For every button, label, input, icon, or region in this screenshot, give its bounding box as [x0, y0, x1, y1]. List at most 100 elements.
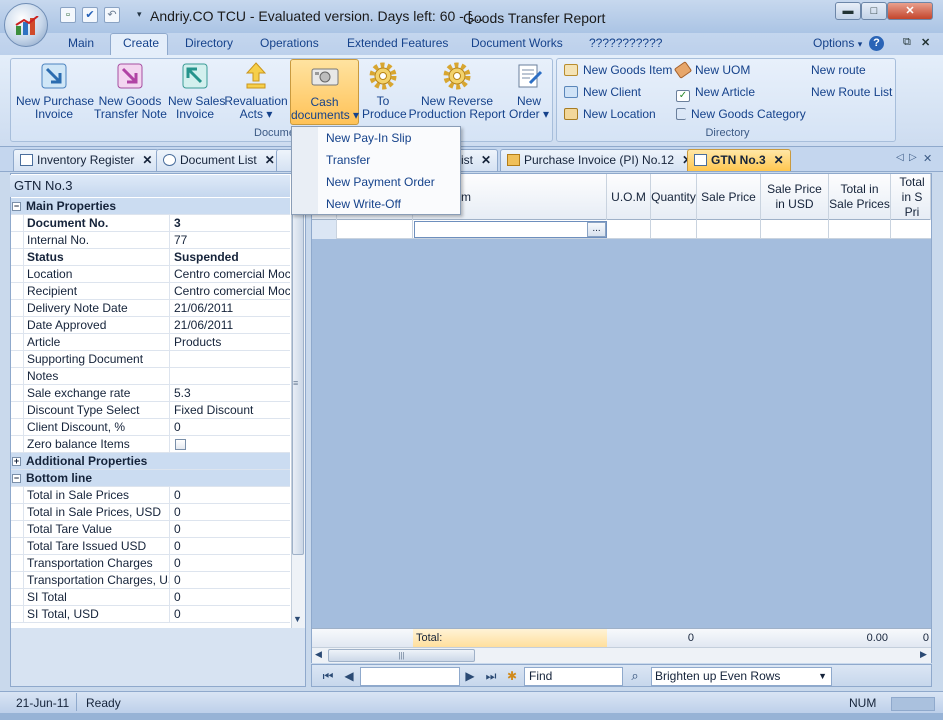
tab-extended-features[interactable]: Extended Features	[347, 36, 448, 55]
tab-main[interactable]: Main	[68, 36, 94, 55]
tab-close-icon[interactable]: ✕	[774, 153, 784, 167]
menu-item-transfer[interactable]: Transfer	[326, 153, 370, 167]
tab-document-works[interactable]: Document Works	[471, 36, 563, 55]
first-record-icon[interactable]: ⏮	[320, 668, 336, 684]
hscroll-thumb[interactable]: |||	[328, 649, 475, 662]
cell-quantity[interactable]	[651, 220, 697, 239]
new-reverse-production-report-button[interactable]: New Reverse Production Report	[407, 61, 507, 121]
cell-uom[interactable]	[607, 220, 651, 239]
tab-create[interactable]: Create	[123, 36, 159, 55]
tab-close-icon[interactable]: ✕	[142, 153, 152, 167]
property-row[interactable]: Notes	[11, 368, 290, 385]
property-row[interactable]: Delivery Note Date 21/06/2011	[11, 300, 290, 317]
property-value[interactable]: 0	[171, 555, 290, 572]
tab-scroll-right-icon[interactable]: ▷	[909, 152, 917, 163]
new-route-list-button[interactable]: New Route List	[811, 83, 892, 101]
property-row[interactable]: Client Discount, % 0	[11, 419, 290, 436]
property-value[interactable]: 0	[171, 487, 290, 504]
grid-col-quantity[interactable]: Quantity	[651, 174, 697, 220]
row-style-select[interactable]: Brighten up Even Rows ▼	[651, 667, 832, 686]
property-value[interactable]: 0	[171, 538, 290, 555]
property-row[interactable]: Total Tare Value 0	[11, 521, 290, 538]
expand-toggle-icon[interactable]: −	[12, 202, 21, 211]
property-value[interactable]: 3	[171, 215, 290, 232]
menu-item-new-payment-order[interactable]: New Payment Order	[326, 175, 435, 189]
menu-item-new-write-off[interactable]: New Write-Off	[326, 197, 401, 211]
new-order-button[interactable]: New Order ▾	[508, 61, 550, 121]
item-input[interactable]	[414, 221, 607, 238]
to-produce-button[interactable]: To Produce	[362, 61, 407, 121]
tab-purchase-invoice[interactable]: Purchase Invoice (PI) No.12✕	[500, 149, 700, 171]
last-record-icon[interactable]: ⏭	[483, 668, 499, 684]
binoculars-icon[interactable]: ⌕	[627, 668, 643, 684]
grid-col-total-usd[interactable]: Total in S Pri	[891, 174, 931, 220]
options-menu[interactable]: Options ▾	[813, 36, 862, 55]
quick-check-icon[interactable]: ✔	[82, 7, 98, 23]
new-goods-item-button[interactable]: New Goods Item	[564, 61, 672, 79]
property-row[interactable]: Article Products	[11, 334, 290, 351]
new-location-button[interactable]: New Location	[564, 105, 656, 123]
property-row[interactable]: Total in Sale Prices, USD 0	[11, 504, 290, 521]
close-button[interactable]: ✕	[887, 2, 933, 20]
property-value[interactable]: Centro comercial Moctezuma	[171, 283, 290, 300]
tab-gtn[interactable]: GTN No.3 ✕	[687, 149, 791, 171]
property-value[interactable]: 21/06/2011	[171, 317, 290, 334]
property-value[interactable]: 0	[171, 521, 290, 538]
hscroll-right-icon[interactable]: ▶	[920, 649, 927, 660]
property-row[interactable]: Document No. 3	[11, 215, 290, 232]
cell-sale-price[interactable]	[697, 220, 761, 239]
expand-toggle-icon[interactable]: +	[12, 457, 21, 466]
property-value[interactable]	[171, 368, 290, 385]
minimize-button[interactable]: ▬	[835, 2, 861, 20]
grid-col-total-sale-prices[interactable]: Total in Sale Prices	[829, 174, 891, 220]
grid-col-sale-price-usd[interactable]: Sale Price in USD	[761, 174, 829, 220]
property-value[interactable]: 0	[171, 419, 290, 436]
grid-col-sale-price[interactable]: Sale Price	[697, 174, 761, 220]
tab-close-icon[interactable]: ✕	[265, 153, 275, 167]
grid-col-uom[interactable]: U.O.M	[607, 174, 651, 220]
new-purchase-invoice-button[interactable]: New Purchase Invoice	[16, 61, 94, 121]
item-browse-button[interactable]: ...	[587, 222, 606, 237]
property-row[interactable]: Zero balance Items	[11, 436, 290, 453]
revaluation-acts-button[interactable]: Revaluation Acts ▾	[224, 61, 288, 121]
property-value[interactable]: Products	[171, 334, 290, 351]
tab-directory[interactable]: Directory	[185, 36, 233, 55]
new-uom-button[interactable]: New UOM	[673, 61, 750, 79]
property-row[interactable]: Transportation Charges 0	[11, 555, 290, 572]
tab-document-list[interactable]: Document List ✕	[156, 149, 282, 171]
scroll-down-icon[interactable]: ▼	[293, 614, 302, 624]
property-value[interactable]: 0	[171, 572, 290, 589]
property-value[interactable]: 77	[171, 232, 290, 249]
property-row[interactable]: Sale exchange rate 5.3	[11, 385, 290, 402]
property-row[interactable]: Transportation Charges, USD 0	[11, 572, 290, 589]
mdi-restore-icon[interactable]: ⧉	[903, 36, 911, 49]
property-row[interactable]: LocationCentro comercial Moctezuma	[11, 266, 290, 283]
property-value[interactable]: 5.3	[171, 385, 290, 402]
new-goods-category-button[interactable]: New Goods Category	[676, 105, 806, 123]
quick-undo-icon[interactable]: ↶	[104, 7, 120, 23]
property-row[interactable]: RecipientCentro comercial Moctezuma	[11, 283, 290, 300]
property-value[interactable]: Centro comercial Moctezuma	[171, 266, 290, 283]
tab-close-icon[interactable]: ✕	[481, 153, 491, 167]
property-value[interactable]	[171, 351, 290, 368]
property-value[interactable]: 21/06/2011	[171, 300, 290, 317]
section-main-properties[interactable]: − Main Properties	[11, 198, 290, 215]
find-input[interactable]: Find	[524, 667, 623, 686]
mdi-close-icon[interactable]: ✕	[921, 36, 930, 49]
cell-total-sale-prices[interactable]	[829, 220, 891, 239]
section-bottom-line[interactable]: − Bottom line	[11, 470, 290, 487]
property-row[interactable]: Discount Type Select Fixed Discount	[11, 402, 290, 419]
tab-inventory-register[interactable]: Inventory Register ✕	[13, 149, 160, 171]
quick-access-dropdown-icon[interactable]: ▾	[137, 9, 142, 20]
prev-record-icon[interactable]: ◀	[341, 668, 357, 684]
section-additional-properties[interactable]: + Additional Properties	[11, 453, 290, 470]
cell-blank[interactable]	[337, 220, 413, 239]
new-client-button[interactable]: New Client	[564, 83, 641, 101]
property-row[interactable]: SI Total 0	[11, 589, 290, 606]
property-row[interactable]: Total in Sale Prices 0	[11, 487, 290, 504]
new-record-icon[interactable]: ✱	[504, 668, 520, 684]
menu-item-new-pay-in-slip[interactable]: New Pay-In Slip	[326, 131, 411, 145]
record-position-field[interactable]	[360, 667, 460, 686]
new-article-button[interactable]: ✓ New Article	[676, 83, 755, 102]
property-row[interactable]: Status Suspended	[11, 249, 290, 266]
